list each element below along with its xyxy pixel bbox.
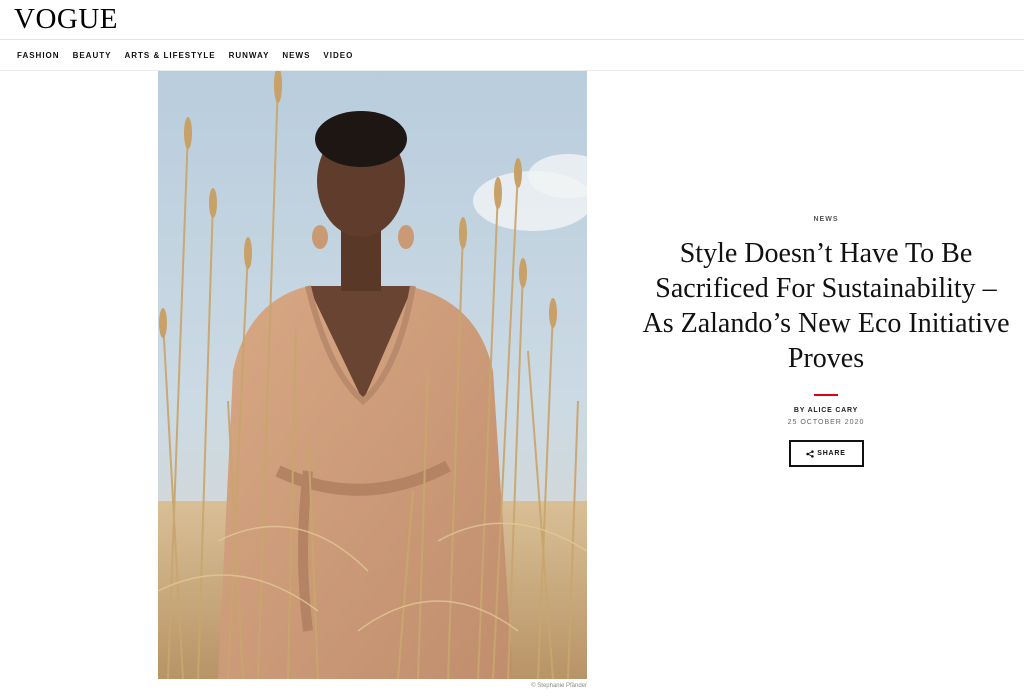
nav-item-news[interactable]: NEWS bbox=[282, 51, 310, 60]
nav-item-beauty[interactable]: BEAUTY bbox=[73, 51, 112, 60]
share-button[interactable]: SHARE bbox=[788, 440, 864, 467]
nav-item-video[interactable]: VIDEO bbox=[323, 51, 353, 60]
article-date: 25 OCTOBER 2020 bbox=[787, 419, 865, 426]
share-icon bbox=[806, 449, 814, 458]
nav-item-fashion[interactable]: FASHION bbox=[17, 51, 60, 60]
site-header: VOGUE bbox=[0, 0, 1024, 40]
article-title: Style Doesn’t Have To Be Sacrificed For … bbox=[642, 238, 1010, 374]
main-nav: FASHION BEAUTY ARTS & LIFESTYLE RUNWAY N… bbox=[0, 40, 1024, 71]
nav-item-arts-lifestyle[interactable]: ARTS & LIFESTYLE bbox=[124, 51, 215, 60]
share-label: SHARE bbox=[817, 450, 846, 457]
nav-list: FASHION BEAUTY ARTS & LIFESTYLE RUNWAY N… bbox=[17, 51, 353, 60]
article-byline[interactable]: BY ALICE CARY bbox=[640, 407, 1012, 414]
hero-photo-illustration bbox=[158, 71, 587, 679]
headline-divider bbox=[814, 394, 838, 396]
photo-credit: © Stephanie Pfänder bbox=[531, 683, 587, 689]
nav-item-runway[interactable]: RUNWAY bbox=[229, 51, 270, 60]
vogue-logo[interactable]: VOGUE bbox=[14, 3, 118, 36]
hero-image bbox=[158, 71, 587, 679]
article-header: NEWS Style Doesn’t Have To Be Sacrificed… bbox=[640, 216, 1012, 467]
article-category[interactable]: NEWS bbox=[640, 216, 1012, 223]
